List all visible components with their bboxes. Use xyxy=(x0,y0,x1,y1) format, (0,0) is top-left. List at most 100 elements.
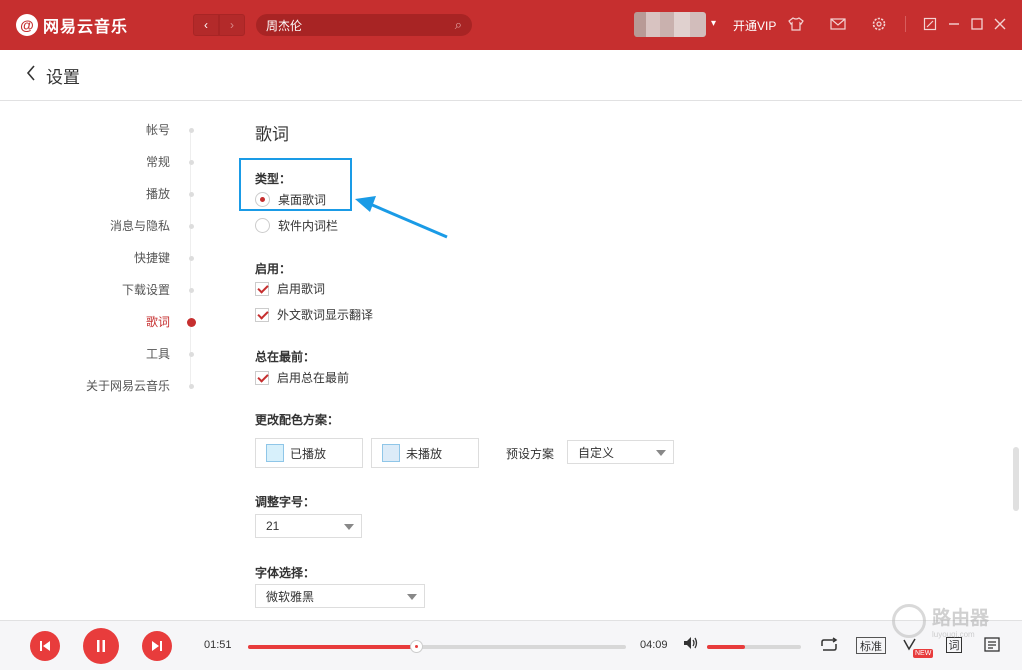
sidebar-item[interactable]: 工具 xyxy=(60,338,200,370)
mail-icon[interactable] xyxy=(829,15,847,33)
sidebar-dot xyxy=(189,128,194,133)
progress-fill xyxy=(248,645,417,649)
annotation-arrow-icon xyxy=(355,196,448,239)
search-input[interactable] xyxy=(266,18,455,32)
previous-track-button[interactable] xyxy=(30,631,60,661)
gear-icon[interactable] xyxy=(870,15,888,33)
sidebar-dot xyxy=(189,256,194,261)
new-badge: NEW xyxy=(913,649,934,658)
volume-fill xyxy=(707,645,745,649)
option-label: 启用歌词 xyxy=(277,282,326,296)
lyrics-button[interactable]: 词 xyxy=(946,637,962,653)
sidebar-dot xyxy=(187,318,196,327)
sidebar-item-label: 常规 xyxy=(145,155,170,169)
page-title: 设置 xyxy=(46,67,80,87)
font-size-value: 21 xyxy=(266,519,280,533)
checkbox[interactable] xyxy=(255,281,269,296)
sidebar-item[interactable]: 下载设置 xyxy=(60,274,200,306)
sidebar-item[interactable]: 常规 xyxy=(60,146,200,178)
checkbox-show-translation[interactable]: 外文歌词显示翻译 xyxy=(255,306,373,323)
sound-quality-button[interactable]: 标准 xyxy=(856,637,886,654)
progress-bar[interactable] xyxy=(248,640,626,653)
mini-mode-icon[interactable] xyxy=(921,15,939,33)
pause-icon xyxy=(97,640,105,652)
pause-button[interactable] xyxy=(83,628,119,664)
played-color-swatch xyxy=(266,444,284,462)
close-icon[interactable] xyxy=(991,15,1009,33)
unplayed-color-label: 未播放 xyxy=(406,446,443,461)
sidebar-item-label: 工具 xyxy=(145,347,170,361)
sidebar-item-label: 下载设置 xyxy=(121,283,170,297)
section-title: 歌词 xyxy=(255,125,289,144)
chevron-down-icon xyxy=(407,594,417,600)
watermark: 路由器 luyouqi.com xyxy=(892,603,989,639)
title-bar: @ 网易云音乐 ‹ › ⌕ ▾ 开通VIP xyxy=(0,0,1022,50)
sidebar-item[interactable]: 快捷键 xyxy=(60,242,200,274)
history-nav: ‹ › xyxy=(193,14,245,36)
progress-knob[interactable] xyxy=(410,640,424,653)
sidebar-item[interactable]: 帐号 xyxy=(60,114,200,146)
search-icon[interactable]: ⌕ xyxy=(455,17,462,33)
font-size-label: 调整字号： xyxy=(255,495,316,509)
radio-in-app-lyrics[interactable]: 软件内词栏 xyxy=(255,217,338,234)
sidebar-item-label: 关于网易云音乐 xyxy=(85,379,170,393)
next-icon xyxy=(152,641,162,651)
played-color-button[interactable]: 已播放 xyxy=(255,438,363,468)
forward-button[interactable]: › xyxy=(219,14,245,36)
preset-value: 自定义 xyxy=(578,445,615,460)
sidebar-item-label: 快捷键 xyxy=(133,251,170,265)
sidebar-item-label: 帐号 xyxy=(145,123,170,137)
radio-button[interactable] xyxy=(255,218,270,233)
app-logo[interactable]: @ 网易云音乐 xyxy=(16,13,128,37)
content-scrollbar[interactable] xyxy=(1013,447,1019,511)
font-family-select[interactable]: 微软雅黑 xyxy=(255,584,425,608)
search-box[interactable]: ⌕ xyxy=(256,14,472,36)
option-label: 软件内词栏 xyxy=(278,219,339,233)
watermark-text-block: 路由器 luyouqi.com xyxy=(932,603,989,639)
watermark-sub: luyouqi.com xyxy=(932,630,975,639)
sidebar-item[interactable]: 播放 xyxy=(60,178,200,210)
sidebar-item-label: 消息与隐私 xyxy=(109,219,170,233)
netease-logo-icon: @ xyxy=(16,14,38,36)
repeat-icon[interactable] xyxy=(819,635,839,655)
user-menu-chevron-down-icon[interactable]: ▾ xyxy=(711,18,716,29)
minimize-icon[interactable] xyxy=(945,15,963,33)
option-label: 外文歌词显示翻译 xyxy=(277,308,374,322)
titlebar-divider xyxy=(905,16,906,32)
chevron-left-icon[interactable] xyxy=(26,64,36,86)
vip-link[interactable]: 开通VIP xyxy=(733,17,776,34)
total-time: 04:09 xyxy=(640,639,668,651)
avatar[interactable] xyxy=(634,12,706,37)
volume-slider[interactable] xyxy=(707,645,801,649)
sidebar-dot xyxy=(189,384,194,389)
back-button[interactable]: ‹ xyxy=(193,14,219,36)
checkbox[interactable] xyxy=(255,370,269,385)
preset-select[interactable]: 自定义 xyxy=(567,440,674,464)
sidebar-dot xyxy=(189,288,194,293)
option-label: 启用总在最前 xyxy=(277,371,350,385)
font-size-select[interactable]: 21 xyxy=(255,514,362,538)
ontop-label: 总在最前： xyxy=(255,350,316,364)
checkbox-always-on-top[interactable]: 启用总在最前 xyxy=(255,369,349,386)
skin-tshirt-icon[interactable] xyxy=(787,15,805,33)
sidebar-item-label: 播放 xyxy=(145,187,170,201)
previous-icon xyxy=(40,641,50,651)
settings-sidebar: 帐号常规播放消息与隐私快捷键下载设置歌词工具关于网易云音乐 xyxy=(60,114,200,402)
current-time: 01:51 xyxy=(204,639,232,651)
sidebar-item-label: 歌词 xyxy=(145,315,170,329)
unplayed-color-button[interactable]: 未播放 xyxy=(371,438,479,468)
watermark-text: 路由器 xyxy=(932,608,990,629)
enable-label: 启用： xyxy=(255,262,292,276)
checkbox[interactable] xyxy=(255,307,269,322)
preset-label: 预设方案 xyxy=(506,447,555,461)
sidebar-item[interactable]: 歌词 xyxy=(60,306,200,338)
checkbox-enable-lyrics[interactable]: 启用歌词 xyxy=(255,280,325,297)
sidebar-item[interactable]: 消息与隐私 xyxy=(60,210,200,242)
volume-icon[interactable] xyxy=(683,636,699,653)
lyrics-settings: 歌词 类型： 桌面歌词 软件内词栏 启用： 启用歌词 外文歌词显示翻译 总在最前… xyxy=(255,102,995,620)
maximize-icon[interactable] xyxy=(968,15,986,33)
sidebar-dot xyxy=(189,192,194,197)
sidebar-item[interactable]: 关于网易云音乐 xyxy=(60,370,200,402)
next-track-button[interactable] xyxy=(142,631,172,661)
player-bar: 01:51 04:09 标准 NEW 词 xyxy=(0,620,1022,670)
